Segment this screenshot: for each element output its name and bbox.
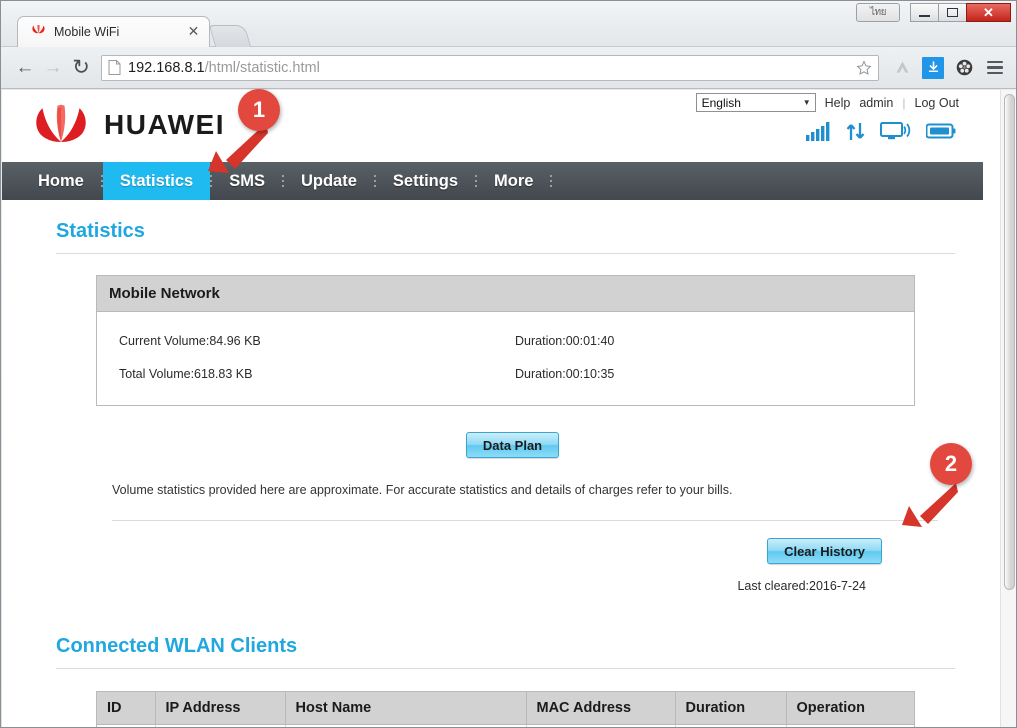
logout-link[interactable]: Log Out — [915, 96, 959, 110]
nav-item-home[interactable]: Home — [21, 162, 101, 200]
total-volume-value: Total Volume:618.83 KB — [119, 367, 253, 381]
cell-host: SATIT-PC — [285, 724, 527, 727]
page-content: Statistics Mobile Network Current Volume… — [2, 220, 983, 727]
current-duration-value: Duration:00:01:40 — [515, 334, 615, 348]
cell-ip: 192.168.8.100 — [155, 724, 286, 727]
nav-item-more[interactable]: More — [477, 162, 550, 200]
minimize-button[interactable] — [910, 3, 939, 22]
block-client-link[interactable]: Block — [786, 724, 914, 727]
callout-badge-2: 2 — [930, 443, 972, 485]
toolbar-extension-icons — [885, 56, 1006, 79]
page-scrollbar[interactable] — [1000, 90, 1016, 727]
film-reel-icon[interactable] — [953, 57, 975, 79]
header-separator: | — [902, 95, 906, 110]
help-link[interactable]: Help — [825, 96, 851, 110]
download-icon[interactable] — [922, 56, 944, 79]
tab-title: Mobile WiFi — [54, 25, 120, 39]
callout-arrow-2 — [902, 483, 958, 527]
mobile-network-panel-title: Mobile Network — [97, 276, 914, 312]
data-plan-button[interactable]: Data Plan — [465, 432, 560, 458]
chevron-down-icon: ▼ — [802, 98, 811, 107]
hamburger-icon — [987, 60, 1003, 75]
column-header-operation: Operation — [786, 692, 914, 725]
language-indicator[interactable]: ไทย — [856, 3, 900, 22]
browser-titlebar: Mobile WiFi ✕ ไทย ✕ — [1, 1, 1016, 47]
cell-duration: 00:07:48 — [675, 724, 787, 727]
maximize-button[interactable] — [938, 3, 967, 22]
nav-item-settings[interactable]: Settings — [376, 162, 475, 200]
column-header-duration: Duration — [675, 692, 787, 725]
clear-history-button-row: Clear History — [30, 538, 955, 564]
browser-tab[interactable]: Mobile WiFi ✕ — [17, 16, 210, 47]
clear-history-button[interactable]: Clear History — [767, 538, 882, 564]
reload-button[interactable]: ↻ — [67, 55, 95, 80]
back-button[interactable]: ← — [11, 57, 39, 79]
address-bar[interactable]: 192.168.8.1/html/statistic.html — [101, 54, 879, 81]
note-divider — [112, 520, 938, 521]
user-label: admin — [859, 95, 894, 110]
cell-mac: 64:5A:04:51:96:67 — [526, 724, 676, 727]
google-drive-icon[interactable] — [891, 57, 913, 79]
data-transfer-icon — [846, 122, 865, 140]
url-text: 192.168.8.1/html/statistic.html — [128, 60, 320, 76]
battery-icon — [926, 123, 956, 139]
page-title: Statistics — [56, 220, 145, 242]
column-header-host: Host Name — [285, 692, 527, 725]
last-cleared-text: Last cleared:2016-7-24 — [737, 579, 866, 593]
tab-strip: Mobile WiFi ✕ — [17, 16, 252, 47]
volume-statistics-note: Volume statistics provided here are appr… — [112, 483, 733, 497]
wlan-clients-table: ID IP Address Host Name MAC Address Dura… — [97, 692, 914, 727]
column-header-id: ID — [97, 692, 156, 725]
total-duration-value: Duration:00:10:35 — [515, 367, 615, 381]
page-viewport: HUAWEI English ▼ Help admin | Log Out Ho… — [2, 90, 1016, 727]
title-divider — [56, 253, 955, 254]
url-host: 192.168.8.1 — [128, 59, 205, 76]
section2-divider — [56, 668, 955, 669]
nav-separator — [550, 162, 553, 200]
tab-close-icon[interactable]: ✕ — [186, 25, 201, 40]
column-header-ip: IP Address — [155, 692, 286, 725]
stat-row: Current Volume:84.96 KB Duration:00:01:4… — [97, 334, 914, 348]
wifi-monitor-icon — [880, 122, 911, 140]
chrome-menu-button[interactable] — [984, 57, 1006, 79]
mobile-network-panel: Mobile Network Current Volume:84.96 KB D… — [96, 275, 915, 406]
language-select[interactable]: English ▼ — [695, 93, 816, 112]
cell-id: 1 — [97, 724, 156, 727]
url-path: /html/statistic.html — [204, 59, 320, 76]
nav-item-statistics[interactable]: Statistics — [102, 162, 211, 200]
scrollbar-thumb[interactable] — [1004, 94, 1015, 590]
forward-button[interactable]: → — [39, 57, 67, 79]
connected-wlan-clients-title: Connected WLAN Clients — [56, 635, 298, 657]
mobile-network-panel-body: Current Volume:84.96 KB Duration:00:01:4… — [97, 312, 914, 405]
language-select-value: English — [701, 95, 741, 110]
close-window-button[interactable]: ✕ — [966, 3, 1011, 22]
table-row: 1 192.168.8.100 SATIT-PC 64:5A:04:51:96:… — [97, 724, 914, 727]
window-controls: ไทย ✕ — [856, 3, 1011, 22]
huawei-router-page: HUAWEI English ▼ Help admin | Log Out Ho… — [2, 90, 983, 727]
signal-bars-icon — [806, 121, 830, 141]
table-header-row: ID IP Address Host Name MAC Address Dura… — [97, 692, 914, 725]
wlan-clients-table-wrapper: ID IP Address Host Name MAC Address Dura… — [96, 691, 915, 727]
data-plan-button-row: Data Plan — [30, 432, 955, 458]
minimize-icon — [919, 15, 930, 17]
nav-item-update[interactable]: Update — [284, 162, 374, 200]
stat-row: Total Volume:618.83 KB Duration:00:10:35 — [97, 367, 914, 381]
status-icon-row — [696, 121, 959, 141]
browser-window: Mobile WiFi ✕ ไทย ✕ ← → ↻ 192.168.8.1/ht… — [0, 0, 1017, 728]
header-right-controls: English ▼ Help admin | Log Out — [695, 93, 959, 141]
huawei-flower-logo-icon — [36, 104, 86, 142]
bookmark-star-icon[interactable] — [856, 59, 872, 76]
site-header: HUAWEI English ▼ Help admin | Log Out — [2, 90, 983, 162]
maximize-icon — [947, 8, 958, 17]
page-document-icon — [108, 60, 121, 75]
main-navigation: Home Statistics SMS Update Settings More — [2, 162, 983, 200]
column-header-mac: MAC Address — [526, 692, 676, 725]
browser-toolbar: ← → ↻ 192.168.8.1/html/statistic.html — [1, 47, 1016, 89]
current-volume-value: Current Volume:84.96 KB — [119, 334, 261, 348]
new-tab-button[interactable] — [208, 25, 252, 47]
huawei-favicon — [32, 25, 45, 34]
callout-badge-1: 1 — [238, 89, 280, 131]
